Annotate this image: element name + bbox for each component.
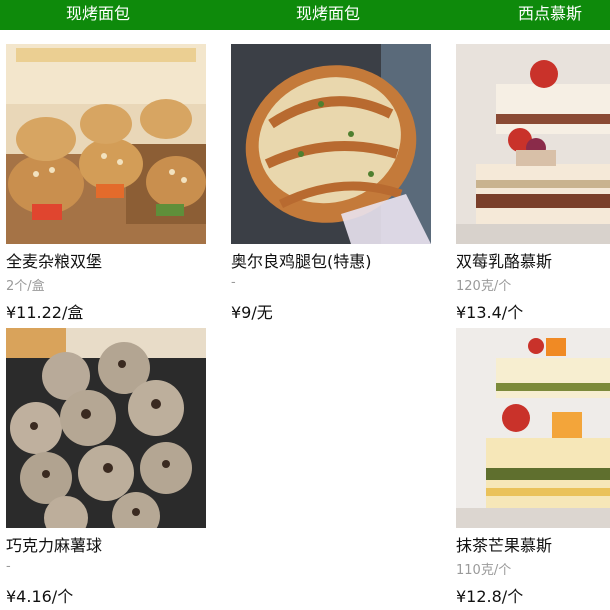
product-spec: - <box>231 275 236 290</box>
product-spec: 110克/个 <box>456 563 512 578</box>
product-page: 现烤面包 现烤面包 西点慕斯 全麦杂粮双堡 2个/盒 ¥11.22/盒 巧克力麻… <box>0 0 610 610</box>
product-name: 全麦杂粮双堡 <box>6 252 103 271</box>
product-spec: - <box>6 559 11 574</box>
product-name: 双莓乳酪慕斯 <box>456 252 553 271</box>
product-name: 抹茶芒果慕斯 <box>456 536 553 555</box>
matcha-mango-mousse-photo[interactable] <box>456 328 610 528</box>
category-tab-bar: 现烤面包 现烤面包 西点慕斯 <box>0 0 610 30</box>
product-price: ¥11.22/盒 <box>6 303 84 322</box>
berry-cheese-mousse-photo[interactable] <box>456 44 610 244</box>
chocolate-mochi-balls-photo[interactable] <box>6 328 206 528</box>
category-tab-dessert-mousse[interactable]: 西点慕斯 <box>480 0 610 30</box>
product-price: ¥13.4/个 <box>456 303 524 322</box>
category-tab-bread-1[interactable]: 现烤面包 <box>28 0 168 30</box>
product-name: 奥尔良鸡腿包(特惠) <box>231 252 372 271</box>
product-price: ¥9/无 <box>231 303 273 322</box>
product-name: 巧克力麻薯球 <box>6 536 103 555</box>
product-price: ¥12.8/个 <box>456 587 524 606</box>
sandwich-buns-photo[interactable] <box>6 44 206 244</box>
product-price: ¥4.16/个 <box>6 587 74 606</box>
product-spec: 120克/个 <box>456 279 512 294</box>
category-tab-bread-2[interactable]: 现烤面包 <box>258 0 398 30</box>
orleans-chicken-bun-photo[interactable] <box>231 44 431 244</box>
product-spec: 2个/盒 <box>6 279 45 294</box>
